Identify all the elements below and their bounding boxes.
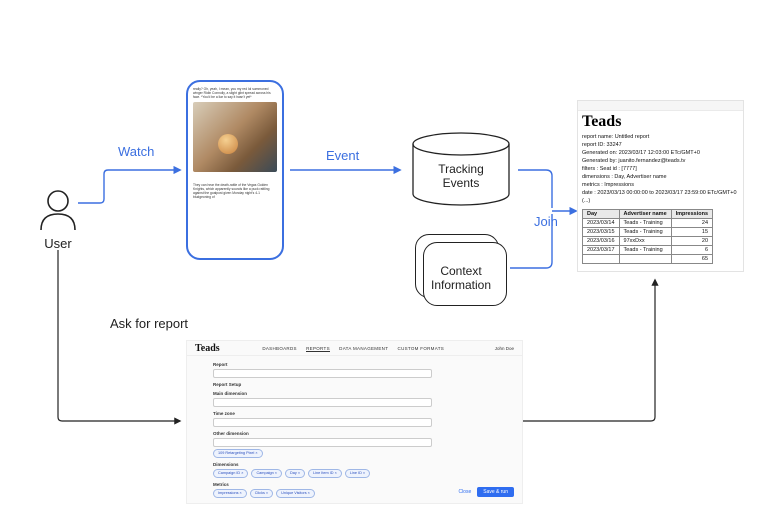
save-run-button[interactable]: Save & run	[477, 487, 514, 497]
chip[interactable]: Day ×	[285, 469, 305, 478]
table-row: 2023/03/14Teads - Training24	[583, 219, 713, 228]
spreadsheet-column-ruler	[578, 101, 743, 111]
edge-watch-label: Watch	[118, 144, 154, 159]
form-brand: Teads	[195, 343, 220, 354]
phone-mock: really? Oh, yeah, I mean, you my red lol…	[186, 80, 284, 260]
meta-line: report name: Untitled report	[582, 133, 739, 141]
other-dimension-input[interactable]	[213, 438, 432, 447]
meta-line: dimensions : Day, Advertiser name	[582, 173, 739, 181]
table-row: 2023/03/15Teads - Training15	[583, 228, 713, 237]
chip[interactable]: 109 Retargeting Pixel ×	[213, 449, 263, 458]
context-info-node: ContextInformation	[405, 228, 517, 314]
th: Advertiser name	[619, 210, 671, 219]
report-name-input[interactable]	[213, 369, 432, 378]
chip[interactable]: Unique Visitors ×	[276, 489, 315, 498]
meta-line: Generated on: 2023/03/17 12:03:00 ETc/GM…	[582, 149, 739, 157]
meta-line: date : 2023/03/13 00:00:00 to 2023/03/17…	[582, 189, 739, 205]
nav-item[interactable]: CUSTOM FORMATS	[398, 346, 445, 351]
chip[interactable]: Line Item ID ×	[308, 469, 342, 478]
chip[interactable]: Impressions ×	[213, 489, 247, 498]
field-label: Main dimension	[213, 391, 432, 396]
spreadsheet-output: Teads report name: Untitled report repor…	[577, 100, 744, 272]
nav-item[interactable]: DASHBOARDS	[262, 346, 297, 351]
nav-item[interactable]: DATA MANAGEMENT	[339, 346, 388, 351]
field-label: Time zone	[213, 411, 432, 416]
meta-line: metrics : Impressions	[582, 181, 739, 189]
nav-item[interactable]: REPORTS	[306, 346, 330, 352]
report-form-mock: Teads DASHBOARDS REPORTS DATA MANAGEMENT…	[186, 340, 523, 504]
chip[interactable]: Campaign ×	[251, 469, 282, 478]
timezone-input[interactable]	[213, 418, 432, 427]
user-node: User	[28, 188, 88, 251]
phone-caption	[193, 175, 277, 179]
field-label: Metrics	[213, 482, 432, 487]
phone-hero-image	[193, 102, 277, 172]
dimension-chips: Campaign ID × Campaign × Day × Line Item…	[213, 469, 432, 478]
form-user[interactable]: John Doe	[495, 346, 514, 351]
spreadsheet-brand: Teads	[578, 111, 743, 131]
spreadsheet-meta: report name: Untitled report report ID: …	[578, 131, 743, 207]
th: Day	[583, 210, 620, 219]
metric-chips: Impressions × Clicks × Unique Visitors ×	[213, 489, 432, 498]
phone-top-text: really? Oh, yeah, I mean, you my red lol…	[193, 87, 277, 99]
context-info-label: ContextInformation	[405, 264, 517, 292]
meta-line: Generated by: juanito.fernandez@teads.tv	[582, 157, 739, 165]
meta-line: filters : Seat id : [7777]	[582, 165, 739, 173]
form-topbar: Teads DASHBOARDS REPORTS DATA MANAGEMENT…	[187, 341, 522, 356]
edge-ask-label: Ask for report	[110, 316, 188, 331]
phone-bottom-text: They can hear the death-rattle of the Ve…	[193, 183, 277, 199]
chip[interactable]: Campaign ID ×	[213, 469, 248, 478]
th: Impressions	[671, 210, 712, 219]
edge-event-label: Event	[326, 148, 359, 163]
table-row: 65	[583, 255, 713, 264]
table-row: 2023/03/1697xxDxx20	[583, 237, 713, 246]
table-row: 2023/03/17Teads - Training6	[583, 246, 713, 255]
meta-line: report ID: 33247	[582, 141, 739, 149]
edge-join-label: Join	[534, 214, 558, 229]
user-label: User	[28, 236, 88, 251]
tracking-events-label: TrackingEvents	[405, 162, 517, 190]
chip[interactable]: Clicks ×	[250, 489, 273, 498]
form-section: Report	[213, 362, 432, 367]
chip[interactable]: Line ID ×	[345, 469, 370, 478]
diagram-canvas: User Watch Event Join Ask for report rea…	[0, 0, 768, 521]
spreadsheet-table: Day Advertiser name Impressions 2023/03/…	[582, 209, 713, 264]
form-nav: DASHBOARDS REPORTS DATA MANAGEMENT CUSTO…	[262, 346, 452, 351]
tracking-events-node: TrackingEvents	[405, 132, 517, 210]
main-dimension-input[interactable]	[213, 398, 432, 407]
field-label: Other dimension	[213, 431, 432, 436]
field-label: Dimensions	[213, 462, 432, 467]
user-icon	[37, 188, 79, 230]
close-button[interactable]: Close	[458, 489, 471, 495]
form-section: Report Setup	[213, 382, 432, 387]
